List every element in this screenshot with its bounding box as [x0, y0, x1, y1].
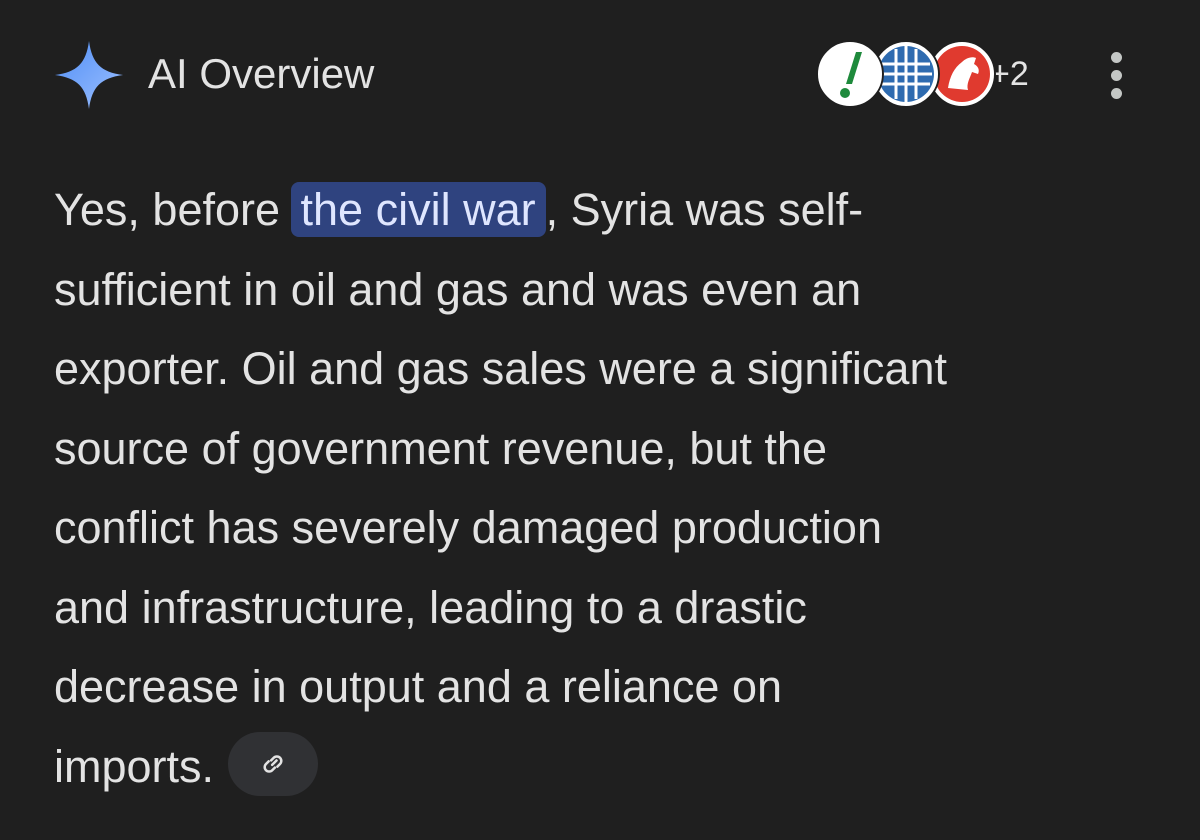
answer-text: imports. [54, 740, 215, 792]
answer-line: conflict has severely damaged production [54, 502, 882, 553]
source-link-button[interactable] [228, 731, 319, 796]
answer-line: Yes, before the civil war, Syria was sel… [54, 170, 1154, 250]
answer-text: , Syria was self- [545, 184, 864, 235]
sparkle-icon [54, 40, 124, 110]
answer-line: imports. [54, 727, 1154, 807]
answer-line: sufficient in oil and gas and was even a… [54, 263, 862, 315]
more-vert-icon[interactable] [1100, 48, 1134, 104]
answer-line: and infrastructure, leading to a drastic [54, 581, 807, 633]
highlighted-phrase[interactable]: the civil war [290, 182, 546, 237]
answer-line: source of government revenue, but the [54, 422, 827, 474]
answer-line: decrease in output and a reliance on [54, 661, 783, 712]
answer-line: exporter. Oil and gas sales were a signi… [54, 343, 947, 394]
ai-overview-answer: Yes, before the civil war, Syria was sel… [54, 170, 1154, 806]
sources-button[interactable]: +2 [816, 40, 1046, 110]
link-icon [263, 754, 283, 773]
exclamation-favicon [816, 40, 884, 108]
ai-overview-header: AI Overview +2 [0, 0, 1200, 150]
answer-text: Yes, before [54, 184, 293, 235]
ai-overview-title: AI Overview [148, 50, 375, 97]
